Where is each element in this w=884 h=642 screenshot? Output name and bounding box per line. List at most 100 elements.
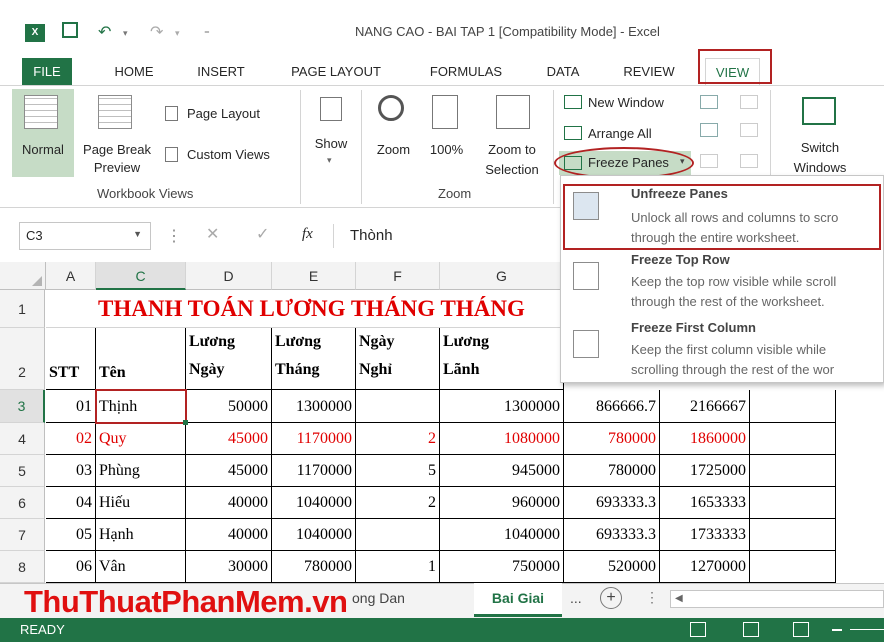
row-header-1[interactable]: 1 [0,290,45,328]
freeze-first-column-item[interactable]: Freeze First Column Keep the first colum… [565,318,879,380]
row-header-6[interactable]: 6 [0,487,45,519]
zoom-100-button[interactable]: 100% [424,89,469,177]
page-break-status-icon[interactable] [793,622,809,637]
normal-view-button[interactable]: Normal [12,89,74,177]
new-window-button[interactable]: New Window [562,92,692,114]
header-ten[interactable]: Tên [96,328,186,390]
cell-luong-ngay[interactable]: 45000 [186,455,272,487]
name-box-dropdown-icon[interactable]: ▼ [133,229,142,239]
cell-ngay-nghi[interactable]: 1 [356,551,440,583]
view-side-by-side-icon[interactable] [740,95,758,109]
tab-home[interactable]: HOME [99,58,169,85]
page-break-preview-button[interactable]: Page Break Preview [76,89,158,177]
custom-views-button[interactable]: Custom Views [163,145,293,167]
column-header-f[interactable]: F [356,262,440,290]
cell-stt[interactable]: 05 [46,519,96,551]
cell-ngay-nghi[interactable]: 2 [356,423,440,455]
row-header-4[interactable]: 4 [0,423,45,455]
row-header-5[interactable]: 5 [0,455,45,487]
customize-qat-icon[interactable]: ₌ [204,24,210,37]
cell-ngay-nghi[interactable] [356,390,440,423]
row-header-7[interactable]: 7 [0,519,45,551]
redo-icon[interactable]: ↷ [150,22,163,42]
cell-luong-thang[interactable]: 1040000 [272,487,356,519]
cell-luong-lanh[interactable]: 945000 [440,455,564,487]
tab-page-layout[interactable]: PAGE LAYOUT [276,58,396,85]
header-luong-ngay[interactable]: Lương Ngày [186,328,272,390]
cell-ngay-nghi[interactable] [356,519,440,551]
switch-windows-button[interactable]: Switch Windows [778,89,862,177]
cell-luong-thang[interactable]: 1040000 [272,519,356,551]
sheet-tab-bai-giai[interactable]: Bai Giai [474,583,562,617]
cell-col-j[interactable] [750,487,836,519]
cell-luong-lanh[interactable]: 960000 [440,487,564,519]
cell-luong-thang[interactable]: 1300000 [272,390,356,423]
cell-luong-ngay[interactable]: 30000 [186,551,272,583]
cell-col-i[interactable]: 2166667 [660,390,750,423]
redo-dropdown-icon[interactable]: ▾ [175,28,180,39]
fill-handle[interactable] [183,420,188,425]
column-header-g[interactable]: G [440,262,564,290]
cell-luong-ngay[interactable]: 45000 [186,423,272,455]
header-stt[interactable]: STT [46,328,96,390]
cell-col-i[interactable]: 1860000 [660,423,750,455]
arrange-all-button[interactable]: Arrange All [562,123,692,145]
row-header-3[interactable]: 3 [0,390,45,423]
cell-luong-thang[interactable]: 1170000 [272,423,356,455]
cell-ten[interactable]: Phùng [96,455,186,487]
cell-col-j[interactable] [750,423,836,455]
undo-icon[interactable]: ↶ [98,22,111,42]
cell-stt[interactable]: 04 [46,487,96,519]
zoom-to-selection-button[interactable]: Zoom to Selection [474,89,550,177]
cell-col-h[interactable]: 780000 [564,455,660,487]
cell-col-h[interactable]: 520000 [564,551,660,583]
sheet-title[interactable]: THANH TOÁN LƯƠNG THÁNG THÁNG [46,290,564,328]
split-icon[interactable] [700,95,718,109]
row-header-8[interactable]: 8 [0,551,45,583]
cell-luong-lanh[interactable]: 1040000 [440,519,564,551]
synchronous-scrolling-icon[interactable] [740,123,758,137]
tab-file[interactable]: FILE [22,58,72,85]
cell-ten[interactable]: Hiếu [96,487,186,519]
column-header-d[interactable]: D [186,262,272,290]
cell-col-j[interactable] [750,455,836,487]
page-layout-status-icon[interactable] [743,622,759,637]
zoom-slider[interactable] [850,629,884,630]
column-header-a[interactable]: A [46,262,96,290]
header-ngay-nghi[interactable]: Ngày Nghỉ [356,328,440,390]
cell-col-i[interactable]: 1725000 [660,455,750,487]
column-header-e[interactable]: E [272,262,356,290]
zoom-button[interactable]: Zoom [366,89,421,177]
cell-col-j[interactable] [750,551,836,583]
tab-data[interactable]: DATA [533,58,593,85]
cell-stt[interactable]: 03 [46,455,96,487]
cell-stt[interactable]: 01 [46,390,96,423]
cell-col-h[interactable]: 693333.3 [564,487,660,519]
freeze-top-row-item[interactable]: Freeze Top Row Keep the top row visible … [565,252,879,314]
cell-luong-thang[interactable]: 1170000 [272,455,356,487]
cell-luong-ngay[interactable]: 40000 [186,519,272,551]
tab-formulas[interactable]: FORMULAS [416,58,516,85]
normal-view-status-icon[interactable] [690,622,706,637]
more-sheets-button[interactable]: ... [570,590,582,606]
undo-dropdown-icon[interactable]: ▾ [123,28,128,39]
cell-ten[interactable]: Hạnh [96,519,186,551]
cell-col-i[interactable]: 1733333 [660,519,750,551]
scroll-left-icon[interactable]: ◀ [675,593,683,604]
header-luong-thang[interactable]: Lương Tháng [272,328,356,390]
save-icon[interactable] [62,22,78,38]
cell-col-h[interactable]: 780000 [564,423,660,455]
header-luong-lanh[interactable]: Lương Lãnh [440,328,564,390]
cell-luong-lanh[interactable]: 1080000 [440,423,564,455]
cell-ten[interactable]: Vân [96,551,186,583]
cell-ngay-nghi[interactable]: 5 [356,455,440,487]
sheet-tab-huong-dan[interactable]: ong Dan [352,590,405,606]
show-button[interactable]: Show ▾ [305,89,357,177]
unhide-icon[interactable] [700,154,718,168]
divider-icon[interactable]: ⋮ [645,589,659,606]
cell-luong-ngay[interactable]: 40000 [186,487,272,519]
select-all-button[interactable] [0,262,46,290]
cell-luong-ngay[interactable]: 50000 [186,390,272,423]
add-sheet-icon[interactable]: + [600,587,622,609]
formula-input[interactable]: Thònh [344,222,564,250]
